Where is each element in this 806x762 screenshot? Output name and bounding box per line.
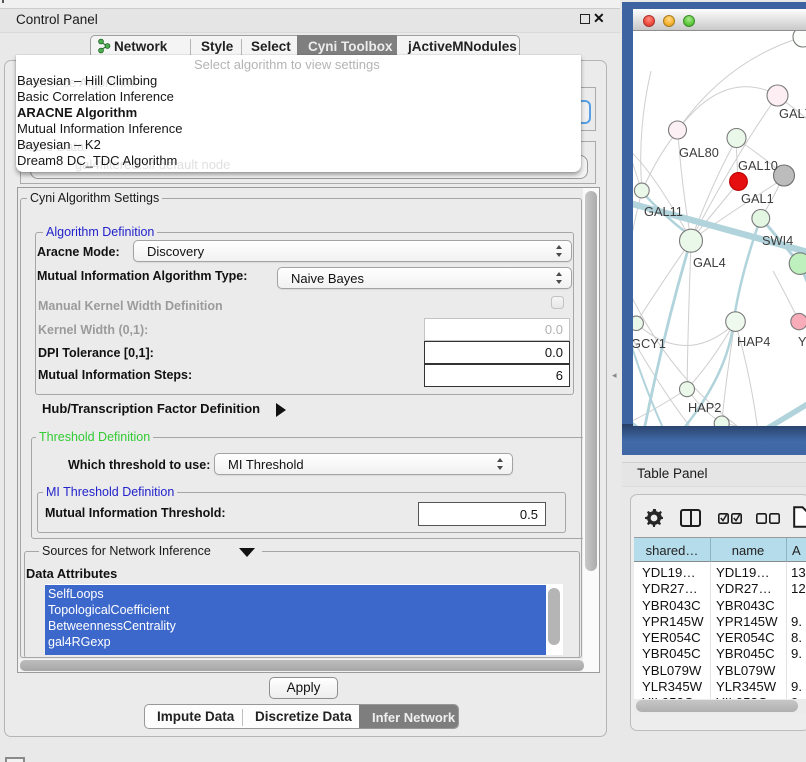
svg-text:GAL7: GAL7 xyxy=(779,106,806,121)
svg-text:GAL1: GAL1 xyxy=(741,191,774,206)
svg-text:GAL80: GAL80 xyxy=(679,145,719,160)
svg-text:Y: Y xyxy=(798,334,806,349)
svg-text:GAL4: GAL4 xyxy=(693,255,726,270)
svg-text:GCY1: GCY1 xyxy=(633,336,666,351)
svg-text:HAP2: HAP2 xyxy=(688,400,721,415)
svg-text:GAL11: GAL11 xyxy=(644,204,683,219)
svg-text:SWI4: SWI4 xyxy=(762,233,793,248)
svg-text:HAP4: HAP4 xyxy=(737,334,770,349)
svg-text:GAL10: GAL10 xyxy=(738,158,778,173)
